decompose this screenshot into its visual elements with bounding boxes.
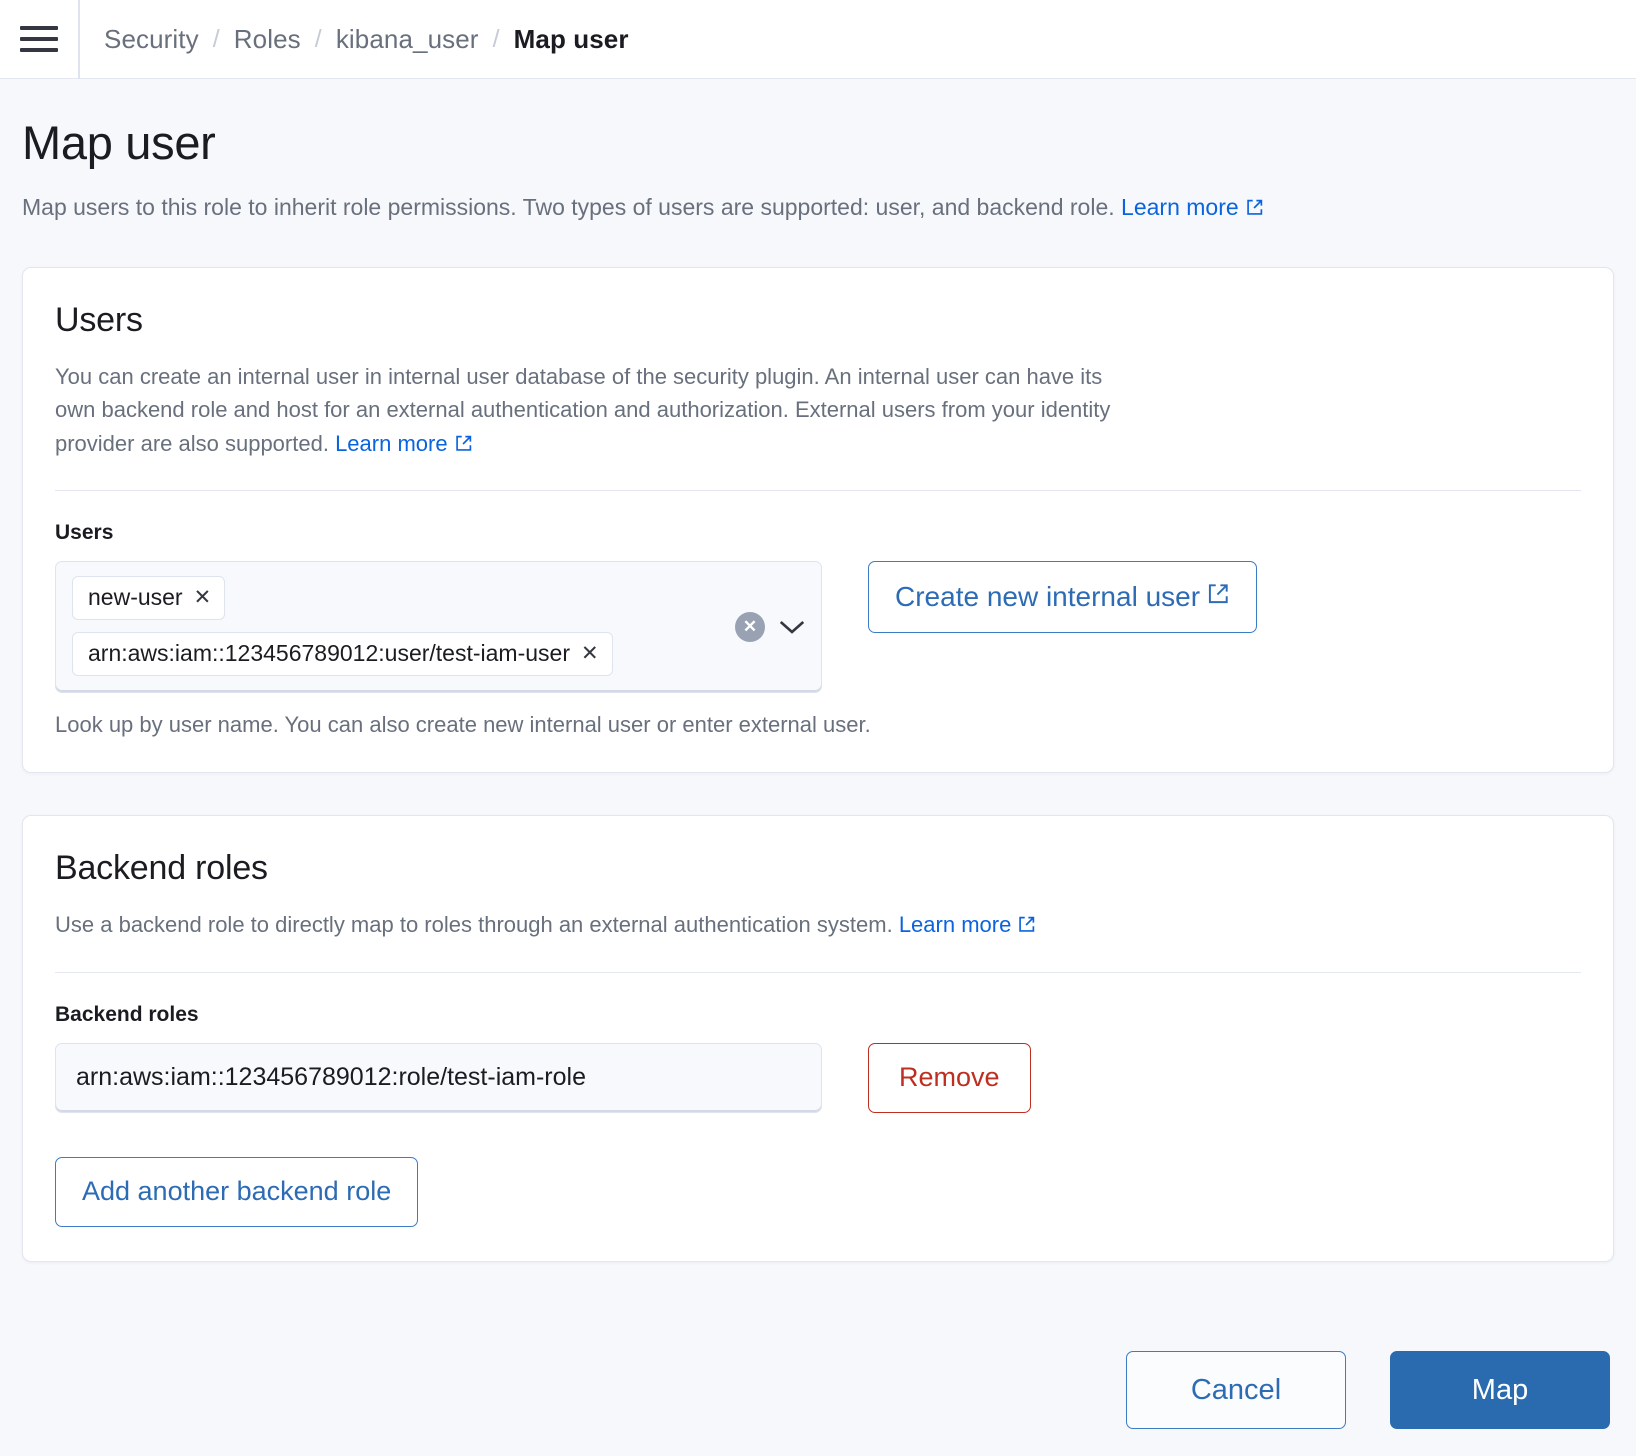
backend-panel-divider bbox=[55, 972, 1581, 973]
users-field-label: Users bbox=[55, 521, 1581, 545]
users-panel-divider bbox=[55, 490, 1581, 491]
hamburger-line bbox=[20, 48, 58, 52]
breadcrumb-separator: / bbox=[213, 25, 220, 54]
breadcrumb: Security / Roles / kibana_user / Map use… bbox=[104, 24, 629, 55]
create-new-internal-user-button[interactable]: Create new internal user bbox=[868, 561, 1257, 633]
user-pill[interactable]: arn:aws:iam::123456789012:user/test-iam-… bbox=[72, 632, 613, 676]
backend-roles-field-label: Backend roles bbox=[55, 1003, 1581, 1027]
users-combobox[interactable]: new-user ✕ arn:aws:iam::123456789012:use… bbox=[55, 561, 822, 693]
backend-roles-description: Use a backend role to directly map to ro… bbox=[55, 908, 1581, 943]
clear-all-icon[interactable]: ✕ bbox=[735, 612, 765, 642]
users-pill-list: new-user ✕ arn:aws:iam::123456789012:use… bbox=[72, 576, 613, 676]
close-icon[interactable]: ✕ bbox=[581, 643, 599, 664]
backend-roles-heading: Backend roles bbox=[55, 849, 1581, 888]
hamburger-line bbox=[20, 26, 58, 30]
user-pill-label: new-user bbox=[88, 584, 183, 611]
header-divider bbox=[78, 0, 80, 79]
external-link-icon bbox=[454, 429, 473, 462]
backend-learn-more-label: Learn more bbox=[899, 912, 1012, 937]
cancel-button[interactable]: Cancel bbox=[1126, 1351, 1346, 1429]
external-link-icon bbox=[1206, 581, 1230, 613]
backend-learn-more-link[interactable]: Learn more bbox=[899, 912, 1037, 937]
breadcrumb-item-map-user: Map user bbox=[514, 24, 629, 55]
page-description: Map users to this role to inherit role p… bbox=[22, 192, 1614, 225]
page-description-text: Map users to this role to inherit role p… bbox=[22, 194, 1115, 220]
page-learn-more-label: Learn more bbox=[1121, 194, 1239, 220]
users-panel: Users You can create an internal user in… bbox=[22, 267, 1614, 773]
breadcrumb-item-roles[interactable]: Roles bbox=[234, 24, 301, 55]
users-learn-more-label: Learn more bbox=[335, 431, 448, 456]
users-panel-heading: Users bbox=[55, 301, 1581, 340]
backend-roles-panel: Backend roles Use a backend role to dire… bbox=[22, 815, 1614, 1261]
top-navigation-bar: Security / Roles / kibana_user / Map use… bbox=[0, 0, 1636, 79]
map-user-page: Security / Roles / kibana_user / Map use… bbox=[0, 0, 1636, 1456]
breadcrumb-item-security[interactable]: Security bbox=[104, 24, 199, 55]
close-icon[interactable]: ✕ bbox=[194, 587, 212, 608]
users-combo-row: new-user ✕ arn:aws:iam::123456789012:use… bbox=[55, 561, 1581, 693]
users-panel-description-text: You can create an internal user in inter… bbox=[55, 364, 1110, 456]
users-learn-more-link[interactable]: Learn more bbox=[335, 431, 473, 456]
users-helper-text: Look up by user name. You can also creat… bbox=[55, 712, 1581, 738]
user-pill[interactable]: new-user ✕ bbox=[72, 576, 225, 620]
user-pill-label: arn:aws:iam::123456789012:user/test-iam-… bbox=[88, 640, 570, 667]
create-new-internal-user-label: Create new internal user bbox=[895, 581, 1200, 613]
chevron-down-icon[interactable] bbox=[777, 617, 807, 637]
backend-role-row: Remove bbox=[55, 1043, 1581, 1113]
breadcrumb-separator: / bbox=[315, 25, 322, 54]
page-body: Map user Map users to this role to inher… bbox=[0, 79, 1636, 1324]
external-link-icon bbox=[1017, 910, 1036, 943]
hamburger-menu-icon[interactable] bbox=[18, 22, 60, 56]
page-title: Map user bbox=[22, 115, 1614, 170]
remove-backend-role-button[interactable]: Remove bbox=[868, 1043, 1031, 1113]
breadcrumb-separator: / bbox=[493, 25, 500, 54]
map-button[interactable]: Map bbox=[1390, 1351, 1610, 1429]
backend-role-input[interactable] bbox=[55, 1043, 822, 1113]
page-learn-more-link[interactable]: Learn more bbox=[1121, 194, 1264, 220]
combobox-actions: ✕ bbox=[735, 612, 807, 642]
page-footer: Cancel Map bbox=[0, 1324, 1636, 1456]
backend-roles-description-text: Use a backend role to directly map to ro… bbox=[55, 912, 893, 937]
add-another-backend-role-button[interactable]: Add another backend role bbox=[55, 1157, 418, 1227]
external-link-icon bbox=[1245, 194, 1264, 225]
hamburger-line bbox=[20, 37, 58, 41]
breadcrumb-item-kibana-user[interactable]: kibana_user bbox=[336, 24, 479, 55]
users-panel-description: You can create an internal user in inter… bbox=[55, 360, 1145, 462]
